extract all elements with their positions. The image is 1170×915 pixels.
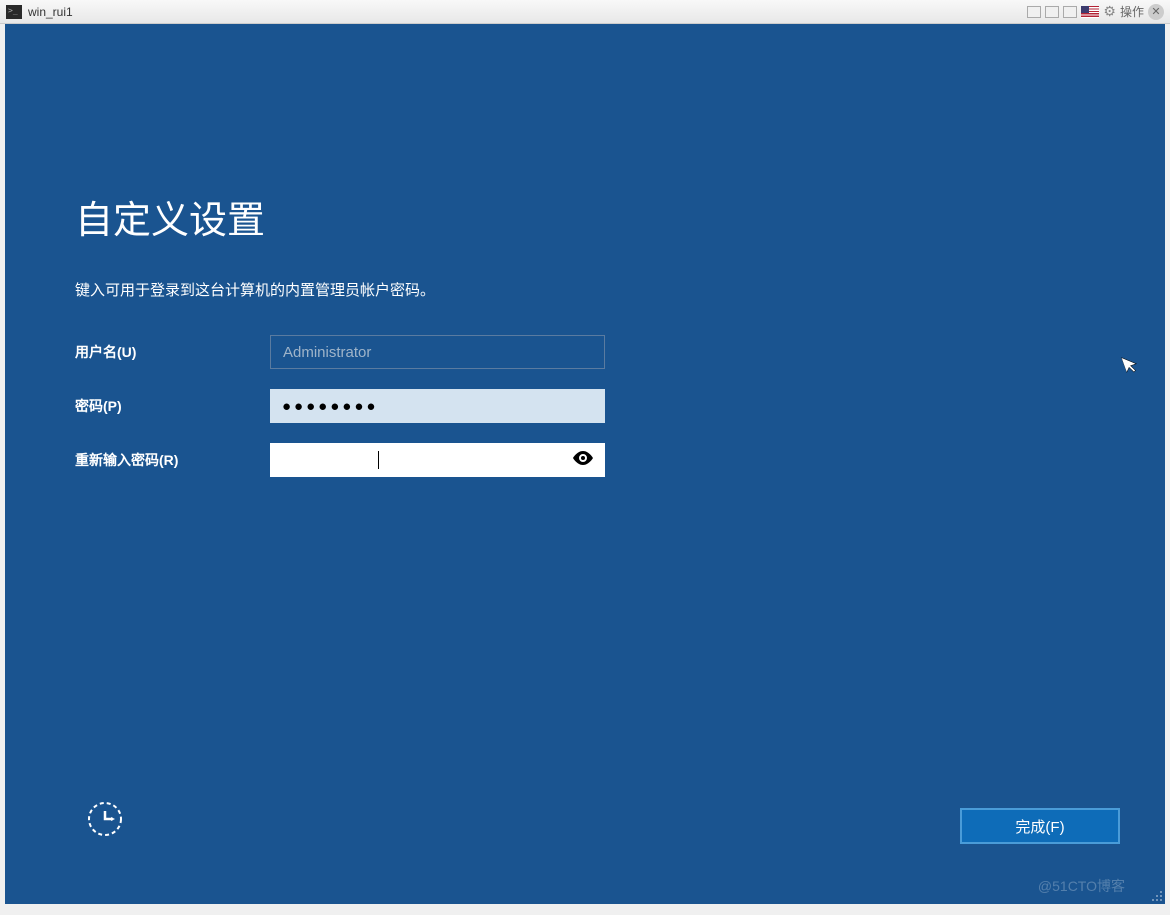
reveal-password-icon[interactable] bbox=[573, 451, 593, 470]
window-btn-3[interactable] bbox=[1063, 6, 1077, 18]
page-subtitle: 键入可用于登录到这台计算机的内置管理员帐户密码。 bbox=[75, 279, 1165, 300]
vm-titlebar: win_rui1 ⚙ 操作 ✕ bbox=[0, 0, 1170, 24]
text-cursor bbox=[378, 451, 379, 469]
gear-icon[interactable]: ⚙ bbox=[1103, 3, 1116, 20]
vm-title: win_rui1 bbox=[28, 5, 73, 19]
vm-screen: 自定义设置 键入可用于登录到这台计算机的内置管理员帐户密码。 用户名(U) 密码… bbox=[5, 24, 1165, 904]
window-btn-1[interactable] bbox=[1027, 6, 1041, 18]
confirm-password-row: 重新输入密码(R) ●●●●●●●● bbox=[75, 443, 1165, 477]
confirm-password-label: 重新输入密码(R) bbox=[75, 450, 270, 470]
username-label: 用户名(U) bbox=[75, 342, 270, 362]
window-btn-2[interactable] bbox=[1045, 6, 1059, 18]
close-icon[interactable]: ✕ bbox=[1148, 4, 1164, 20]
action-menu[interactable]: 操作 bbox=[1120, 3, 1144, 20]
ease-of-access-icon[interactable] bbox=[85, 799, 125, 839]
resize-grip-icon[interactable] bbox=[1149, 888, 1163, 902]
titlebar-controls: ⚙ 操作 ✕ bbox=[1027, 3, 1164, 20]
password-label: 密码(P) bbox=[75, 396, 270, 416]
confirm-password-input[interactable]: ●●●●●●●● bbox=[282, 452, 378, 469]
us-flag-icon[interactable] bbox=[1081, 6, 1099, 18]
setup-panel: 自定义设置 键入可用于登录到这台计算机的内置管理员帐户密码。 用户名(U) 密码… bbox=[5, 24, 1165, 477]
confirm-password-wrapper[interactable]: ●●●●●●●● bbox=[270, 443, 605, 477]
username-input bbox=[270, 335, 605, 369]
password-input[interactable]: ●●●●●●●● bbox=[270, 389, 605, 423]
console-icon bbox=[6, 5, 22, 19]
password-row: 密码(P) ●●●●●●●● bbox=[75, 389, 1165, 423]
username-row: 用户名(U) bbox=[75, 335, 1165, 369]
watermark: @51CTO博客 bbox=[1038, 876, 1125, 896]
page-title: 自定义设置 bbox=[75, 189, 1165, 244]
finish-button[interactable]: 完成(F) bbox=[960, 808, 1120, 844]
